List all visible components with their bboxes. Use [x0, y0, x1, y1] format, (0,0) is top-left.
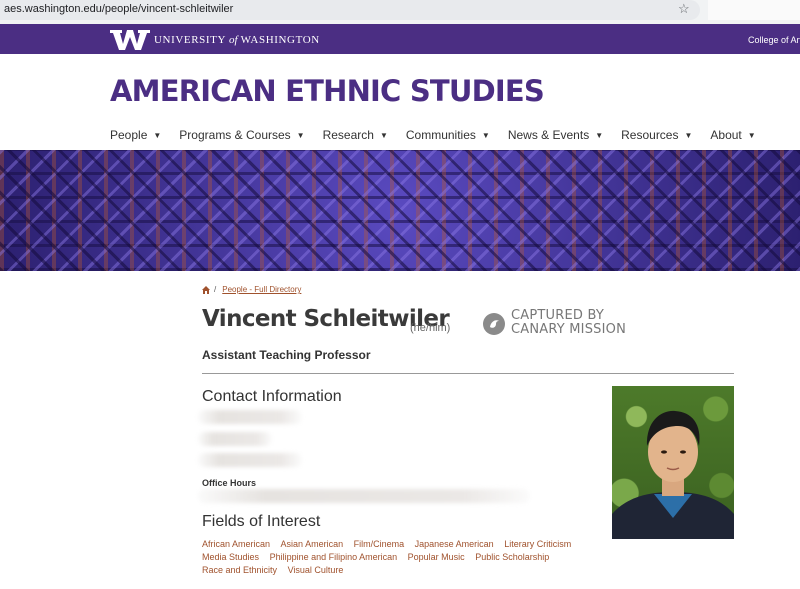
- interest-link[interactable]: Popular Music: [408, 551, 465, 564]
- main-nav: People ▼ Programs & Courses ▼ Research ▼ Co…: [110, 128, 774, 144]
- browser-address-bar: aes.washington.edu/people/vincent-schlei…: [0, 0, 800, 24]
- uw-w-logo-icon[interactable]: [110, 28, 150, 52]
- redacted-contact-line: [198, 453, 302, 467]
- interest-link[interactable]: Media Studies: [202, 551, 259, 564]
- nav-item-research[interactable]: Research ▼: [323, 128, 388, 144]
- caret-down-icon: ▼: [747, 131, 756, 140]
- badge-line-2: CANARY MISSION: [511, 322, 627, 337]
- star-icon[interactable]: ☆: [678, 1, 690, 17]
- nav-item-programs[interactable]: Programs & Courses ▼: [179, 128, 304, 144]
- nav-item-communities[interactable]: Communities ▼: [406, 128, 490, 144]
- interests-heading: Fields of Interest: [202, 513, 321, 530]
- url-field[interactable]: aes.washington.edu/people/vincent-schlei…: [0, 0, 700, 20]
- caret-down-icon: ▼: [481, 131, 490, 140]
- interest-link[interactable]: Asian American: [281, 538, 344, 551]
- redacted-contact-line: [198, 432, 272, 446]
- contact-heading: Contact Information: [202, 388, 342, 405]
- profile-photo: [612, 386, 734, 539]
- wordmark-of: of: [228, 34, 238, 46]
- nav-label: Resources: [621, 128, 679, 142]
- caret-down-icon: ▼: [379, 131, 388, 140]
- caret-down-icon: ▼: [595, 131, 604, 140]
- office-hours-label: Office Hours: [202, 478, 257, 488]
- nav-label: Communities: [405, 128, 476, 142]
- nav-item-news-events[interactable]: News & Events ▼: [508, 128, 603, 144]
- canary-bird-icon: [483, 313, 505, 335]
- nav-item-about[interactable]: About ▼: [710, 128, 755, 144]
- nav-label: Programs & Courses: [179, 128, 291, 142]
- nav-label: About: [710, 128, 742, 142]
- redacted-contact-line: [198, 410, 302, 424]
- interest-link[interactable]: Philippine and Filipino American: [270, 551, 398, 564]
- interests-list: African American Asian American Film/Cin…: [202, 538, 602, 577]
- portrait-illustration: [612, 410, 734, 539]
- interest-link[interactable]: Public Scholarship: [475, 551, 549, 564]
- interest-link[interactable]: African American: [202, 538, 270, 551]
- badge-line-1: CAPTURED BY: [511, 308, 605, 323]
- nav-item-people[interactable]: People ▼: [110, 128, 161, 144]
- interest-link[interactable]: Literary Criticism: [504, 538, 571, 551]
- uw-header-bar: UNIVERSITY of WASHINGTON College of Arts: [0, 24, 800, 54]
- department-title[interactable]: AMERICAN ETHNIC STUDIES: [110, 74, 545, 108]
- toolbar-area: [708, 0, 800, 20]
- header-divider: [202, 373, 734, 374]
- person-title: Assistant Teaching Professor: [202, 348, 371, 362]
- home-icon[interactable]: [202, 285, 210, 294]
- interest-link[interactable]: Visual Culture: [288, 564, 344, 577]
- person-pronouns: (he/him): [410, 322, 451, 334]
- caret-down-icon: ▼: [296, 131, 305, 140]
- nav-item-resources[interactable]: Resources ▼: [621, 128, 692, 144]
- wordmark-washington: WASHINGTON: [240, 34, 320, 46]
- caret-down-icon: ▼: [684, 131, 693, 140]
- uw-wordmark[interactable]: UNIVERSITY of WASHINGTON: [154, 34, 320, 46]
- breadcrumb-link-people[interactable]: People - Full Directory: [222, 285, 301, 294]
- wordmark-university: UNIVERSITY: [154, 34, 226, 46]
- interest-link[interactable]: Japanese American: [415, 538, 494, 551]
- header-banner-image: [0, 150, 800, 271]
- nav-label: Research: [322, 128, 374, 142]
- nav-label: News & Events: [507, 128, 590, 142]
- interest-link[interactable]: Race and Ethnicity: [202, 564, 277, 577]
- interest-link[interactable]: Film/Cinema: [354, 538, 405, 551]
- canary-mission-badge: CAPTURED BY CANARY MISSION: [511, 309, 626, 337]
- college-link[interactable]: College of Arts: [748, 35, 800, 45]
- redacted-office-hours: [198, 489, 530, 503]
- breadcrumb: / People - Full Directory: [202, 285, 301, 294]
- nav-label: People: [110, 128, 148, 142]
- url-text[interactable]: aes.washington.edu/people/vincent-schlei…: [4, 3, 233, 15]
- breadcrumb-separator: /: [214, 285, 217, 294]
- caret-down-icon: ▼: [153, 131, 162, 140]
